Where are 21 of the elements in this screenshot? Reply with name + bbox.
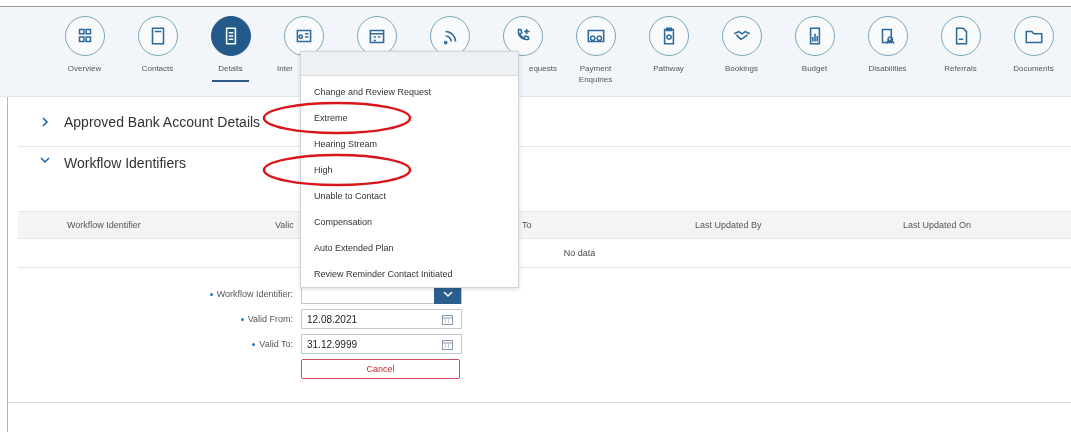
column-header: Workflow Identifier	[67, 220, 141, 230]
nav-label: Overview	[67, 63, 102, 75]
nav-label: Documents	[1013, 63, 1054, 75]
empty-message: No data	[563, 248, 596, 258]
column-header: To	[522, 220, 532, 230]
field-label: Valid From:	[247, 314, 293, 324]
nav-label: Details	[212, 63, 249, 82]
nav-label: Payment Enquiries	[577, 63, 614, 86]
nav-label: Bookings	[725, 63, 758, 75]
nav-label: Pathway	[653, 63, 684, 75]
column-header: Last Updated On	[903, 220, 972, 230]
field-label: Valid To:	[259, 339, 293, 349]
nav-label: Budget	[801, 63, 828, 75]
field-label: Workflow Identifier:	[216, 289, 293, 299]
nav-label: Referrals	[944, 63, 977, 75]
nav-label: Contacts	[141, 63, 174, 75]
nav-label: equests	[528, 63, 557, 75]
nav-label: Inter	[277, 63, 293, 75]
column-header: Valic	[275, 220, 294, 230]
column-header: Last Updated By	[695, 220, 762, 230]
nav-label: Disabilities	[868, 63, 907, 75]
